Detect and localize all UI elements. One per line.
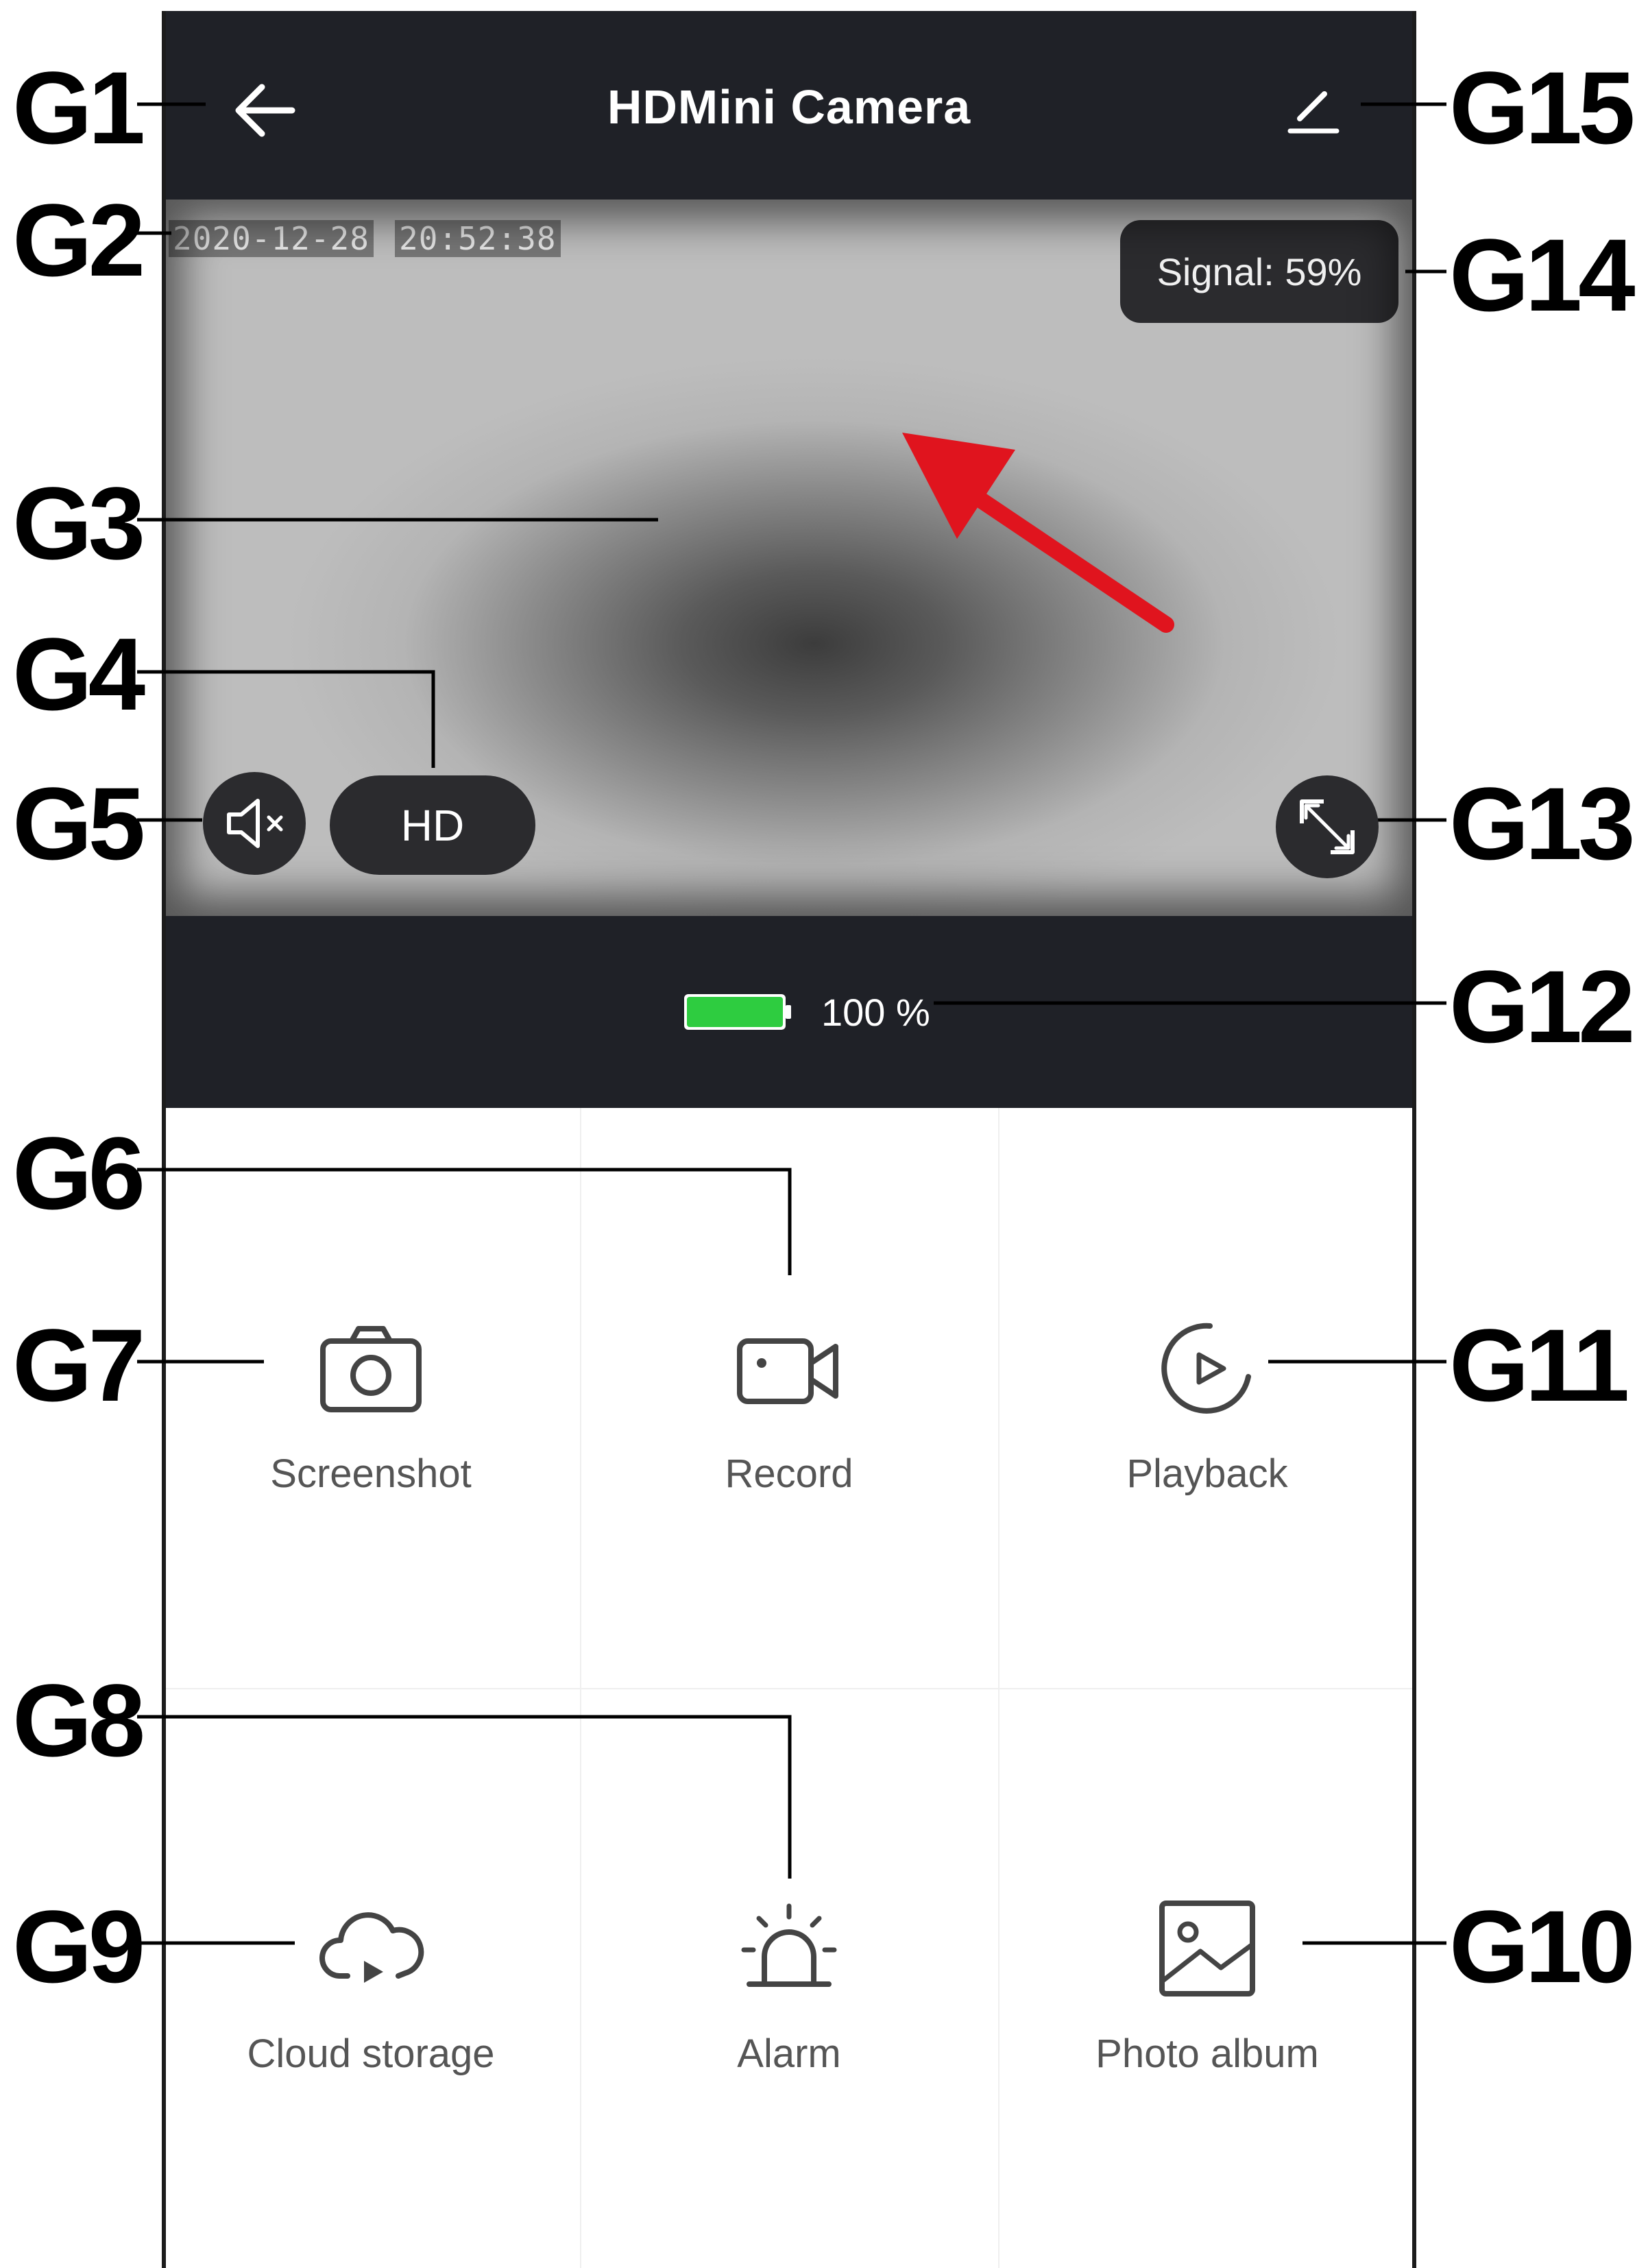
battery-icon	[684, 994, 791, 1030]
battery-percent: 100 %	[821, 991, 930, 1034]
callout-g11: G11	[1449, 1307, 1629, 1423]
camera-icon	[320, 1326, 422, 1412]
live-video-view[interactable]: 2020-12-28 20:52:38 Signal: 59% HD	[162, 200, 1416, 916]
alarm-button[interactable]: Alarm	[580, 1688, 998, 2268]
callout-g2: G2	[12, 182, 145, 298]
top-bar: HDMini Camera	[162, 11, 1416, 200]
callout-g6: G6	[12, 1115, 145, 1231]
battery-status-bar: 100 %	[162, 916, 1416, 1108]
photo-album-button[interactable]: Photo album	[998, 1688, 1416, 2268]
alarm-siren-icon	[741, 1903, 837, 1987]
callout-g3: G3	[12, 466, 145, 581]
callout-g12: G12	[1449, 949, 1636, 1064]
image-icon	[1159, 1901, 1255, 1996]
record-button[interactable]: Record	[580, 1108, 998, 1688]
edit-button[interactable]	[1279, 76, 1348, 145]
callout-g14: G14	[1449, 217, 1636, 333]
phone-screen: HDMini Camera 2020-12-28 20:52:38 Signal…	[162, 11, 1416, 2268]
callout-g13: G13	[1449, 766, 1636, 881]
signal-strength-text: Signal: 59%	[1156, 250, 1362, 293]
quality-label: HD	[400, 800, 465, 850]
page-title: HDMini Camera	[607, 80, 971, 134]
screenshot-button[interactable]: Screenshot	[162, 1108, 580, 1688]
callout-g9: G9	[12, 1889, 145, 2004]
red-arrow-annotation	[902, 433, 1174, 633]
fullscreen-icon	[1300, 799, 1355, 854]
callout-g7: G7	[12, 1307, 145, 1423]
mute-button[interactable]	[203, 772, 306, 875]
callout-g4: G4	[12, 616, 145, 732]
photo-album-label: Photo album	[1095, 2031, 1319, 2076]
alarm-label: Alarm	[737, 2031, 841, 2076]
speaker-muted-icon	[227, 799, 283, 848]
action-grid: Screenshot Record Playback Cloud storage	[162, 1108, 1416, 2268]
playback-button[interactable]: Playback	[998, 1108, 1416, 1688]
callout-g15: G15	[1449, 50, 1636, 165]
callout-g10: G10	[1449, 1889, 1636, 2004]
cloud-storage-button[interactable]: Cloud storage	[162, 1688, 580, 2268]
screenshot-label: Screenshot	[270, 1451, 472, 1496]
record-label: Record	[725, 1451, 853, 1496]
pencil-icon	[1287, 91, 1340, 134]
video-date-overlay: 2020-12-28	[169, 220, 374, 257]
cloud-icon	[319, 1912, 424, 1983]
playback-icon	[1161, 1323, 1251, 1414]
video-camera-icon	[737, 1338, 838, 1404]
callout-g8: G8	[12, 1663, 145, 1778]
cloud-storage-label: Cloud storage	[247, 2031, 495, 2076]
callout-g1: G1	[12, 50, 145, 165]
signal-strength-badge: Signal: 59%	[1120, 220, 1398, 323]
fullscreen-button[interactable]	[1276, 775, 1379, 878]
callout-g5: G5	[12, 766, 145, 881]
video-time-overlay: 20:52:38	[395, 220, 561, 257]
quality-toggle-button[interactable]: HD	[330, 775, 535, 875]
playback-label: Playback	[1126, 1451, 1288, 1496]
